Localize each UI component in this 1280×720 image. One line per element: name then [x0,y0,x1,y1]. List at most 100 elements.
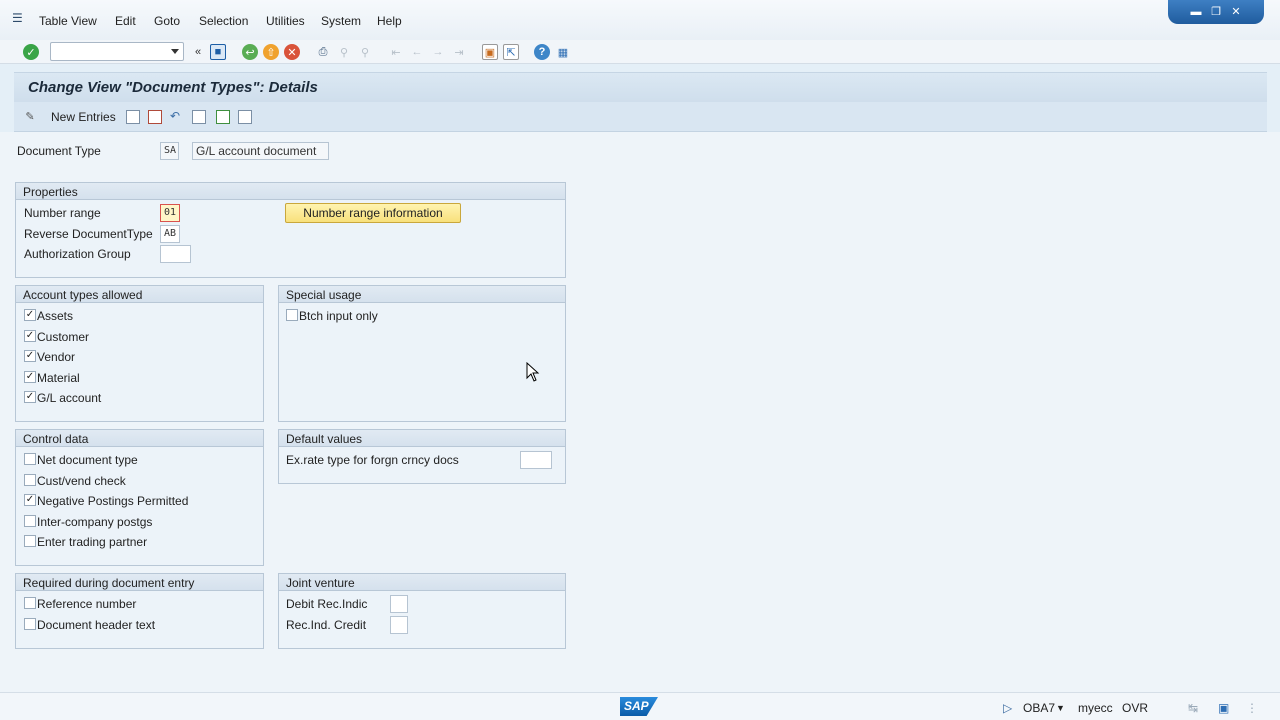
menu-system[interactable]: System [321,14,361,28]
status-bar: SAP ▷ OBA7 ▼ myecc OVR ↹ ▣ ⋮ [0,692,1280,720]
command-field[interactable] [50,42,184,61]
save-icon[interactable]: ■ [210,44,226,60]
first-page-icon: ⇤ [391,46,401,59]
special-usage-group-title: Special usage [279,286,565,303]
chevron-down-icon[interactable]: ▼ [1056,703,1065,713]
cancel-icon[interactable]: ✕ [284,44,300,60]
insert-mode[interactable]: OVR [1122,701,1148,715]
negative-postings-label: Negative Postings Permitted [37,494,189,508]
transaction-code[interactable]: OBA7 [1023,701,1055,715]
document-type-description: G/L account document [192,142,329,160]
menu-utilities[interactable]: Utilities [266,14,305,28]
select-block-icon[interactable] [216,110,230,124]
document-type-code: SA [160,142,179,160]
chevron-down-icon[interactable] [171,49,179,54]
header-text-label: Document header text [37,618,156,632]
document-type-label: Document Type [17,144,101,158]
reverse-doc-type-input[interactable]: AB [160,225,180,243]
layout-icon[interactable]: ▦ [555,44,571,60]
page-title: Change View "Document Types": Details [28,79,318,96]
exit-icon[interactable]: ⇧ [263,44,279,60]
play-icon[interactable]: ▷ [1003,701,1012,715]
inter-company-checkbox[interactable] [24,515,36,527]
exrate-type-label: Ex.rate type for forgn crncy docs [286,453,459,467]
number-range-info-button[interactable]: Number range information [285,203,461,223]
undo-change-icon[interactable]: ↶ [170,110,184,124]
customer-checkbox[interactable]: ✓ [24,330,36,342]
back-icon[interactable]: ↩ [242,44,258,60]
copy-as-icon[interactable] [126,110,140,124]
help-icon[interactable]: ? [534,44,550,60]
special-usage-group: Special usage [278,285,566,422]
batch-input-checkbox[interactable] [286,309,298,321]
find-icon: ⚲ [339,46,349,59]
menu-selection[interactable]: Selection [199,14,248,28]
joint-venture-group-title: Joint venture [279,574,565,591]
number-range-label: Number range [24,206,101,220]
customer-label: Customer [37,330,90,344]
auth-group-input[interactable] [160,245,191,263]
enter-icon[interactable]: ✓ [23,44,39,60]
negative-postings-checkbox[interactable]: ✓ [24,494,36,506]
next-page-icon: → [432,46,444,58]
minimize-icon[interactable]: ▬ [1189,6,1203,18]
header-text-checkbox[interactable] [24,618,36,630]
shortcut-icon[interactable]: ⇱ [503,44,519,60]
system-toolbar: ✓ « ■ ↩ ⇧ ✕ ⎙ ⚲ ⚲ ⇤ ← → ⇥ ▣ ⇱ ? ▦ [0,40,1280,64]
previous-page-icon: ← [411,46,423,58]
inter-company-label: Inter-company postgs [37,515,153,529]
new-session-icon[interactable]: ▣ [482,44,498,60]
properties-group-title: Properties [16,183,565,200]
delete-icon[interactable] [148,110,162,124]
cust-vend-check-label: Cust/vend check [37,474,126,488]
window-controls: ▬ ❐ ✕ [1168,0,1264,24]
vendor-checkbox[interactable]: ✓ [24,350,36,362]
select-all-icon[interactable] [192,110,206,124]
trading-partner-checkbox[interactable] [24,535,36,547]
menu-edit[interactable]: Edit [115,14,136,28]
display-change-icon[interactable]: ✎ [22,108,38,124]
exrate-type-input[interactable] [520,451,552,469]
gl-account-checkbox[interactable]: ✓ [24,391,36,403]
restore-icon[interactable]: ❐ [1209,6,1223,18]
rec-ind-credit-label: Rec.Ind. Credit [286,618,367,632]
required-entry-group: Required during document entry [15,573,264,649]
assets-label: Assets [37,309,74,323]
app-menu-icon[interactable]: ☰ [12,12,26,24]
grip-icon: ⋮ [1246,701,1258,715]
deselect-all-icon[interactable] [238,110,252,124]
joint-venture-group: Joint venture [278,573,566,649]
number-range-input[interactable]: 01 [160,204,180,222]
material-label: Material [37,371,80,385]
menu-help[interactable]: Help [377,14,402,28]
assets-checkbox[interactable]: ✓ [24,309,36,321]
reference-number-checkbox[interactable] [24,597,36,609]
menu-goto[interactable]: Goto [154,14,180,28]
print-icon[interactable]: ⎙ [315,44,331,60]
last-page-icon: ⇥ [454,46,464,59]
cust-vend-check-checkbox[interactable] [24,474,36,486]
gl-account-label: G/L account [37,391,102,405]
close-icon[interactable]: ✕ [1229,6,1243,18]
auth-group-label: Authorization Group [24,247,131,261]
net-document-type-checkbox[interactable] [24,453,36,465]
net-document-type-label: Net document type [37,453,138,467]
mouse-cursor-icon [526,362,540,382]
vendor-label: Vendor [37,350,76,364]
new-entries-button[interactable]: New Entries [51,110,116,124]
sap-logo: SAP [620,697,658,716]
reverse-doc-type-label: Reverse DocumentType [24,227,153,241]
find-next-icon: ⚲ [360,46,370,59]
system-name: myecc [1078,701,1113,715]
layout-toggle-icon[interactable]: ↹ [1188,701,1198,715]
control-data-group-title: Control data [16,430,263,447]
back-nav-icon[interactable]: « [190,44,206,60]
menu-bar: ☰ Table View Edit Goto Selection Utiliti… [0,0,1280,40]
required-entry-group-title: Required during document entry [16,574,263,591]
lock-icon[interactable]: ▣ [1218,701,1229,715]
menu-table-view[interactable]: Table View [39,14,97,28]
material-checkbox[interactable]: ✓ [24,371,36,383]
batch-input-label: Btch input only [299,309,378,323]
debit-rec-indic-input[interactable] [390,595,408,613]
rec-ind-credit-input[interactable] [390,616,408,634]
